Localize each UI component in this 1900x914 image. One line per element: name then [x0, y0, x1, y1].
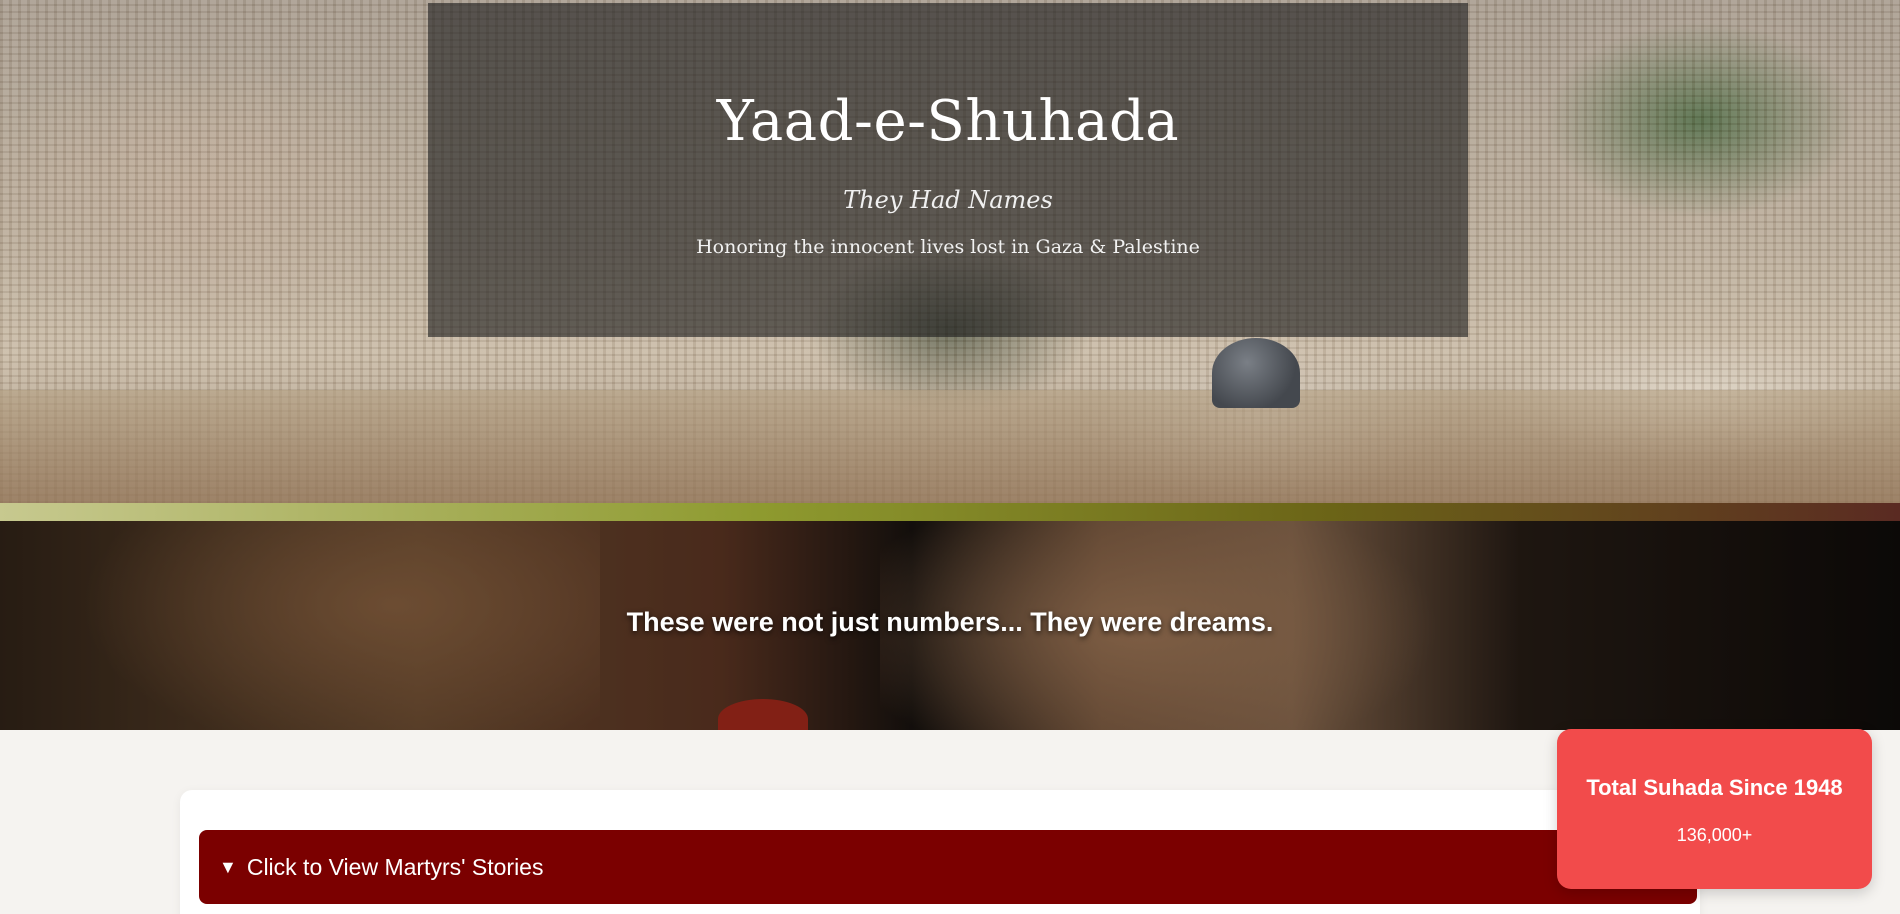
accent-divider [0, 503, 1900, 521]
emotive-banner: These were not just numbers... They were… [0, 521, 1900, 730]
hero-mosque-dome [1212, 338, 1300, 408]
hero-city-wall [0, 390, 1900, 503]
martyrs-stories-toggle[interactable]: ▼ Click to View Martyrs' Stories [199, 830, 1697, 904]
stories-toggle-label: Click to View Martyrs' Stories [246, 853, 544, 880]
triangle-down-icon: ▼ [219, 856, 237, 877]
stats-value: 136,000+ [1676, 825, 1753, 845]
site-title: Yaad-e-Shuhada [716, 89, 1180, 154]
hero-section: Yaad-e-Shuhada They Had Names Honoring t… [0, 0, 1900, 503]
total-suhada-badge: Total Suhada Since 1948 136,000+ [1557, 729, 1872, 889]
hero-overlay: Yaad-e-Shuhada They Had Names Honoring t… [428, 3, 1468, 337]
hero-subtitle: Honoring the innocent lives lost in Gaza… [696, 236, 1200, 258]
stats-title: Total Suhada Since 1948 [1586, 775, 1843, 800]
banner-text: These were not just numbers... They were… [626, 607, 1274, 637]
tagline: They Had Names [843, 186, 1053, 214]
